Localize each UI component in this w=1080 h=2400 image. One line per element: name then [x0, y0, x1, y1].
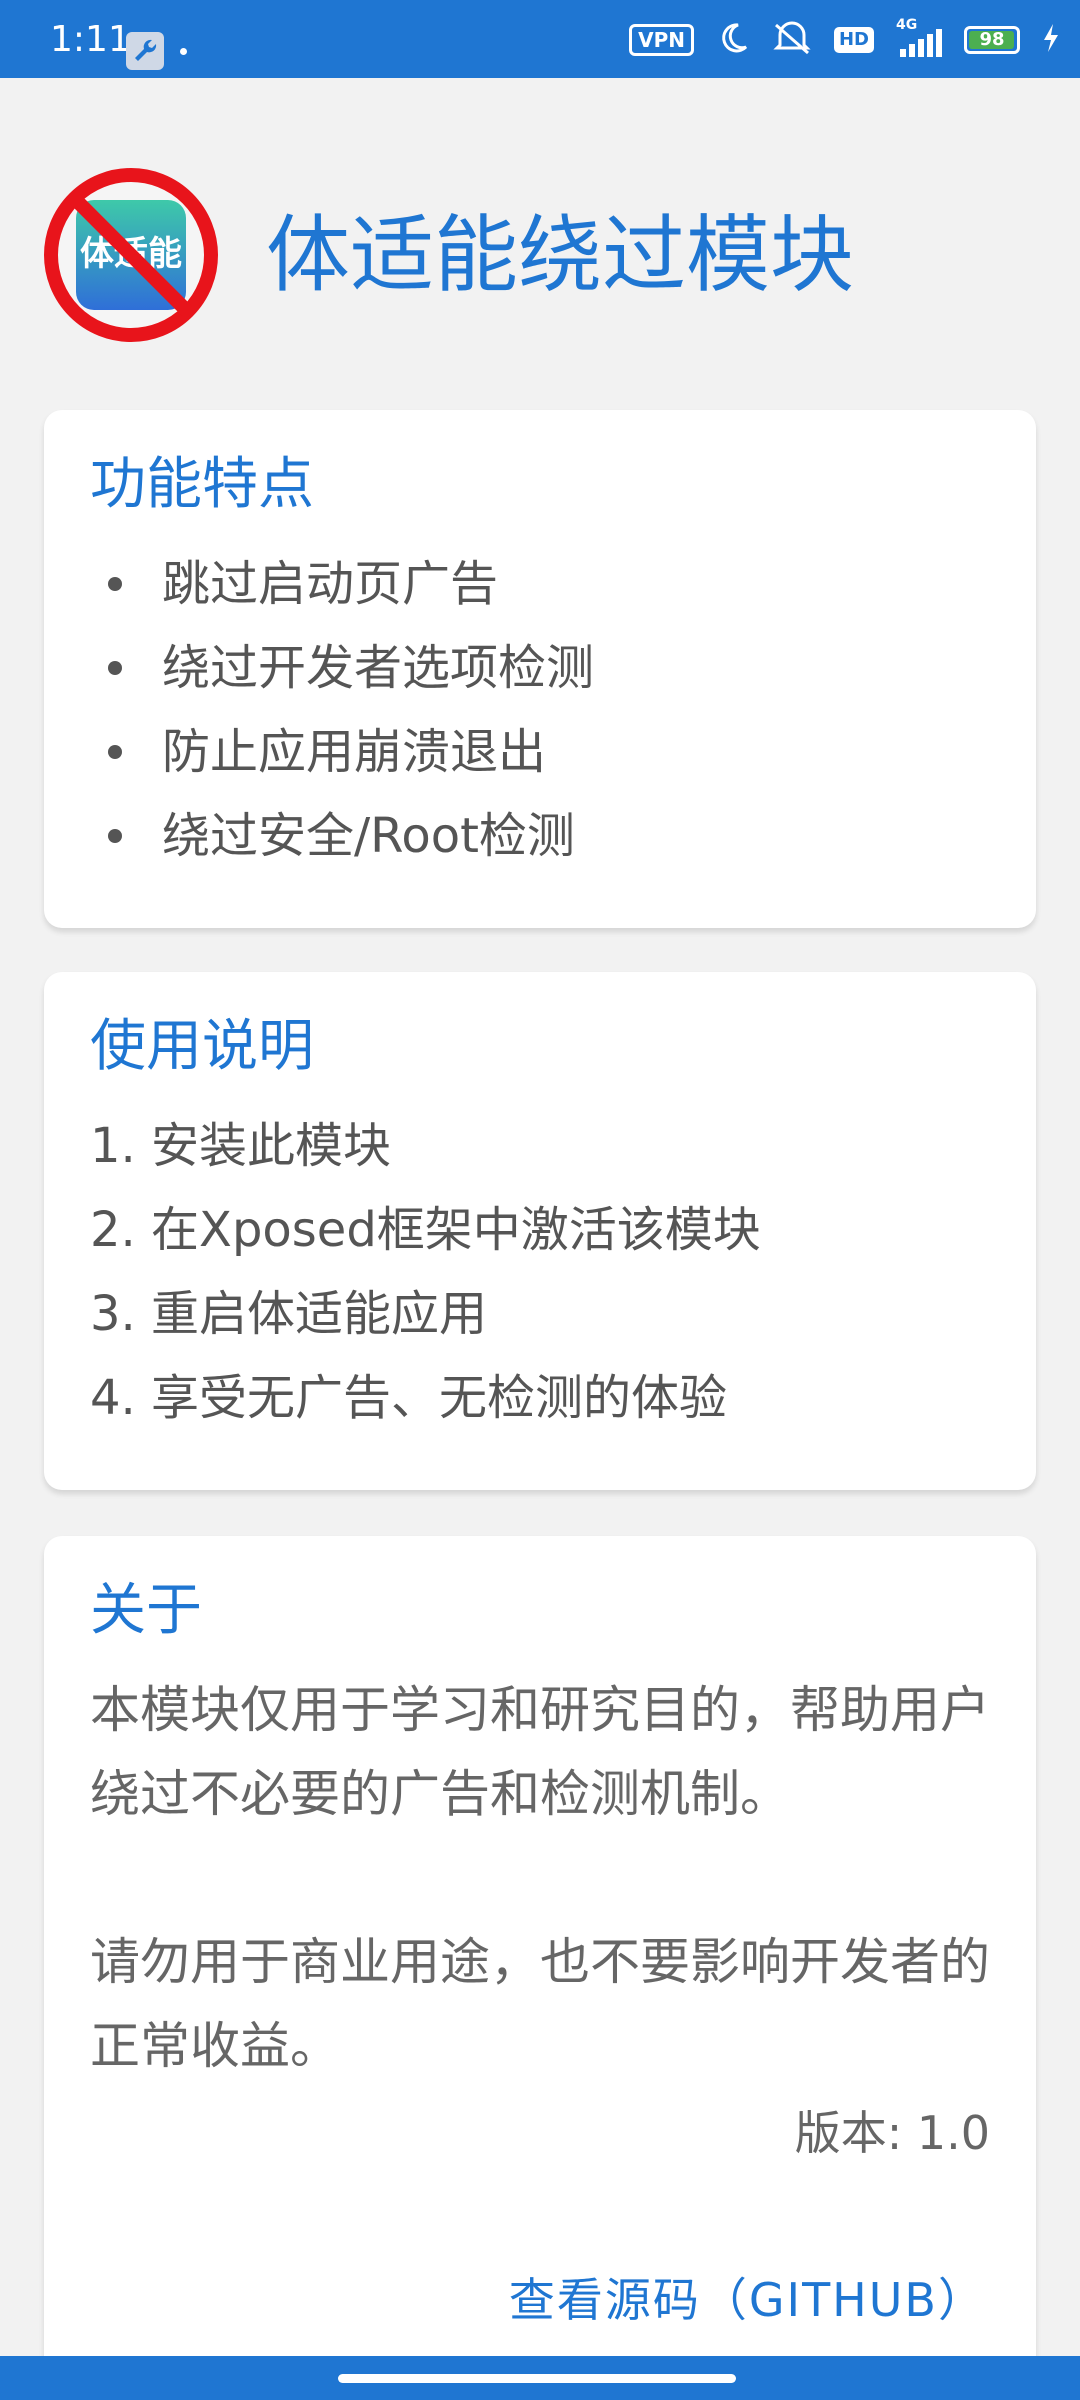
- status-time: 1:11: [50, 19, 131, 60]
- notification-dot: [180, 48, 187, 55]
- page-title: 体适能绕过模块: [266, 206, 855, 304]
- app-logo: 体适能: [42, 166, 220, 344]
- list-item: 防止应用崩溃退出: [90, 710, 990, 794]
- status-bar: 1:11 VPN HD 4G 98: [0, 0, 1080, 78]
- mute-icon: [772, 21, 812, 59]
- feature-text: 绕过开发者选项检测: [162, 640, 595, 696]
- features-card: 功能特点 跳过启动页广告 绕过开发者选项检测 防止应用崩溃退出 绕过安全/Roo…: [44, 410, 1036, 928]
- bullet-icon: [108, 661, 122, 675]
- app-header: 体适能 体适能绕过模块: [42, 166, 854, 344]
- vpn-badge: VPN: [629, 24, 694, 56]
- feature-text: 防止应用崩溃退出: [162, 724, 547, 780]
- signal-icon: 4G: [896, 17, 942, 57]
- battery-level: 98: [979, 29, 1005, 50]
- list-item: 4. 享受无广告、无检测的体验: [90, 1370, 728, 1426]
- instructions-title: 使用说明: [90, 1014, 314, 1079]
- bullet-icon: [108, 577, 122, 591]
- features-list: 跳过启动页广告 绕过开发者选项检测 防止应用崩溃退出 绕过安全/Root检测: [90, 542, 990, 878]
- bullet-icon: [108, 829, 122, 843]
- view-source-button[interactable]: 查看源码（GITHUB）: [509, 2270, 986, 2330]
- battery-indicator: 98: [964, 26, 1020, 54]
- list-item: 绕过开发者选项检测: [90, 626, 990, 710]
- list-item: 绕过安全/Root检测: [90, 794, 990, 878]
- home-gesture-handle[interactable]: [338, 2374, 736, 2383]
- moon-icon: [716, 21, 750, 59]
- bullet-icon: [108, 745, 122, 759]
- charging-icon: [1042, 23, 1060, 57]
- list-item: 3. 重启体适能应用: [90, 1286, 488, 1342]
- list-item: 2. 在Xposed框架中激活该模块: [90, 1202, 761, 1258]
- instructions-card: 使用说明 1. 安装此模块 2. 在Xposed框架中激活该模块 3. 重启体适…: [44, 972, 1036, 1490]
- about-paragraph: 请勿用于商业用途，也不要影响开发者的正常收益。: [90, 1933, 990, 2075]
- feature-text: 跳过启动页广告: [162, 556, 499, 612]
- navigation-bar: [0, 2356, 1080, 2400]
- list-item: 跳过启动页广告: [90, 542, 990, 626]
- about-title: 关于: [90, 1578, 202, 1643]
- about-paragraph: 本模块仅用于学习和研究目的，帮助用户绕过不必要的广告和检测机制。: [90, 1681, 990, 1823]
- version-label: 版本: 1.0: [794, 2106, 990, 2160]
- network-type: 4G: [896, 17, 918, 33]
- hd-badge: HD: [833, 27, 874, 53]
- list-item: 1. 安装此模块: [90, 1118, 392, 1174]
- about-card: 关于 本模块仅用于学习和研究目的，帮助用户绕过不必要的广告和检测机制。 请勿用于…: [44, 1536, 1036, 2376]
- feature-text: 绕过安全/Root检测: [162, 808, 575, 864]
- wrench-icon: [126, 32, 164, 70]
- status-icons: VPN HD 4G 98: [629, 17, 1060, 59]
- features-title: 功能特点: [90, 452, 314, 517]
